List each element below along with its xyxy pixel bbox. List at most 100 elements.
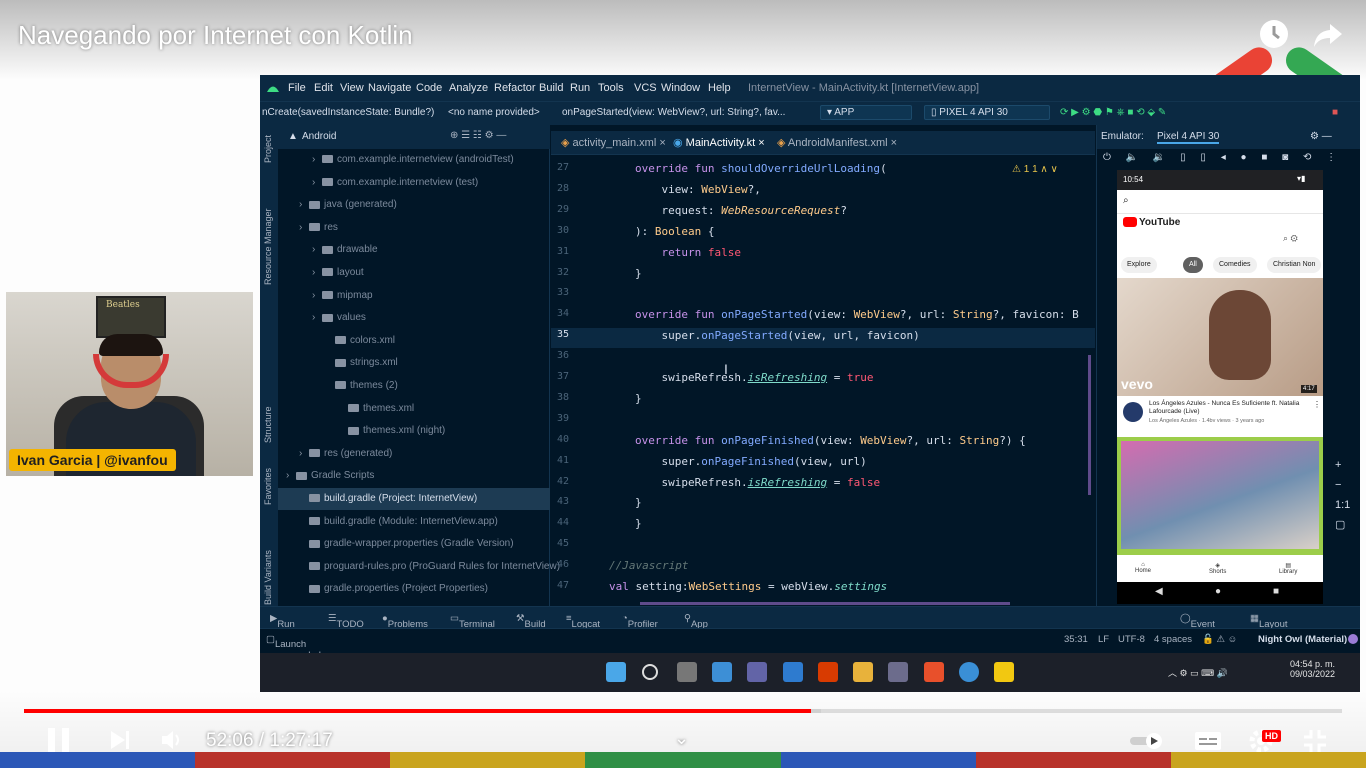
code-line[interactable]: }	[635, 392, 642, 405]
project-tree-item[interactable]: › layout	[278, 262, 550, 284]
expand-arrow-icon[interactable]: ›	[312, 285, 322, 307]
line-number[interactable]: 31	[551, 246, 569, 257]
chevron-down-icon[interactable]: ⌄	[674, 728, 689, 749]
code-line[interactable]: override fun onPageFinished(view: WebVie…	[635, 434, 1026, 447]
line-number[interactable]: 37	[551, 371, 569, 382]
run-icons[interactable]: ⟳ ▶ ⚙ ⬣ ⚑ ⎈ ■ ⟲ ⬙ ✎	[1060, 107, 1166, 118]
expand-arrow-icon[interactable]: ›	[312, 307, 322, 329]
tool-todo[interactable]: ☰ TODO	[328, 613, 364, 630]
line-number[interactable]: 44	[551, 517, 569, 528]
code-line[interactable]: super.onPageFinished(view, url)	[635, 455, 866, 468]
menu-refactor[interactable]: Refactor	[494, 82, 536, 94]
line-number[interactable]: 32	[551, 267, 569, 278]
share-arrow-icon[interactable]	[1310, 18, 1346, 54]
tool-problems[interactable]: ● Problems	[382, 613, 428, 630]
project-tree-item[interactable]: › values	[278, 307, 550, 329]
project-header-icons[interactable]: ⊕ ☰ ☷ ⚙ —	[450, 130, 506, 141]
tool-terminal[interactable]: ▭ Terminal	[450, 613, 495, 630]
back-icon[interactable]: ◀	[1155, 586, 1163, 597]
expand-arrow-icon[interactable]: ›	[312, 239, 322, 261]
run-config-select[interactable]: ▾ APP	[820, 105, 912, 120]
store-icon[interactable]	[888, 662, 908, 682]
project-tree-item[interactable]: › res	[278, 217, 550, 239]
search-icon[interactable]	[642, 664, 658, 680]
project-tree-item[interactable]: build.gradle (Module: InternetView.app)	[278, 511, 550, 533]
expand-arrow-icon[interactable]: ›	[312, 149, 322, 171]
project-tree-item[interactable]: build.gradle (Project: InternetView)	[278, 488, 550, 510]
project-tree-item[interactable]: themes (2)	[278, 375, 550, 397]
zoom-controls[interactable]: + −1:1 ▢	[1335, 455, 1350, 535]
expand-arrow-icon[interactable]: ›	[286, 465, 296, 487]
breadcrumb-oncreate[interactable]: nCreate(savedInstanceState: Bundle?)	[262, 107, 434, 118]
widgets-icon[interactable]	[712, 662, 732, 682]
chip-comedies[interactable]: Comedies	[1213, 257, 1257, 273]
cast-search-icons[interactable]: ⌕ ⚙	[1283, 233, 1298, 244]
project-tree-item[interactable]: themes.xml (night)	[278, 420, 550, 442]
project-tree-item[interactable]: gradle-wrapper.properties (Gradle Versio…	[278, 533, 550, 555]
line-number[interactable]: 38	[551, 392, 569, 403]
code-line[interactable]: override fun onPageStarted(view: WebView…	[635, 308, 1079, 321]
office-icon[interactable]	[818, 662, 838, 682]
tab-activity-main[interactable]: ◈ activity_main.xml ×	[561, 136, 666, 149]
line-number[interactable]: 34	[551, 308, 569, 319]
stop-icon[interactable]: ■	[1332, 107, 1338, 118]
code-line[interactable]: }	[635, 267, 642, 280]
line-separator[interactable]: LF	[1098, 634, 1109, 645]
encoding[interactable]: UTF-8	[1118, 634, 1145, 645]
project-tree-item[interactable]: › mipmap	[278, 285, 550, 307]
video-player[interactable]: Navegando por Internet con Kotlin Beatle…	[0, 0, 1366, 768]
expand-arrow-icon[interactable]: ›	[299, 443, 309, 465]
code-editor[interactable]: override fun shouldOverrideUrlLoading( v…	[609, 159, 1095, 599]
nav-home[interactable]: ⌂ Home	[1135, 562, 1151, 574]
taskbar-clock[interactable]: 04:54 p. m. 09/03/2022	[1290, 659, 1335, 679]
windows-start-icon[interactable]	[606, 662, 626, 682]
line-number[interactable]: 39	[551, 413, 569, 424]
code-line[interactable]: request: WebResourceRequest?	[635, 204, 846, 217]
teams-icon[interactable]	[747, 662, 767, 682]
chip-christian[interactable]: Christian Non	[1267, 257, 1322, 273]
nav-library[interactable]: ▤ Library	[1279, 562, 1297, 575]
chip-explore[interactable]: Explore	[1121, 257, 1157, 273]
tab-manifest[interactable]: ◈ AndroidManifest.xml ×	[777, 136, 897, 149]
expand-arrow-icon[interactable]: ›	[299, 194, 309, 216]
project-tree-item[interactable]: › com.example.internetview (test)	[278, 172, 550, 194]
yt-search-bar[interactable]: ⌕	[1117, 190, 1323, 214]
project-tree-item[interactable]: › drawable	[278, 239, 550, 261]
project-tree-item[interactable]: › com.example.internetview (androidTest)	[278, 149, 550, 171]
menu-code[interactable]: Code	[416, 82, 442, 94]
project-tree-item[interactable]: proguard-rules.pro (ProGuard Rules for I…	[278, 556, 560, 578]
code-line[interactable]: override fun shouldOverrideUrlLoading(	[635, 162, 887, 175]
channel-avatar[interactable]	[1123, 402, 1143, 422]
project-tool-tab[interactable]: Project	[263, 135, 273, 163]
line-number[interactable]: 40	[551, 434, 569, 445]
project-tree-item[interactable]: strings.xml	[278, 352, 550, 374]
tool-app-inspection[interactable]: ⚲ App Inspection	[684, 613, 734, 641]
status-icons[interactable]: 🔓 ⚠ ☺	[1202, 634, 1237, 645]
phone-screen[interactable]: 10:54 ▾▮ ⌕ YouTube ⌕ ⚙ Explore All Comed…	[1117, 170, 1323, 604]
video-thumbnail-1[interactable]: vevo 4:17	[1117, 278, 1323, 396]
menu-edit[interactable]: Edit	[314, 82, 333, 94]
sticky-notes-icon[interactable]	[994, 662, 1014, 682]
menu-analyze[interactable]: Analyze	[449, 82, 488, 94]
project-view-select[interactable]: Android	[302, 131, 336, 142]
line-number[interactable]: 28	[551, 183, 569, 194]
caret-position[interactable]: 35:31	[1064, 634, 1088, 645]
menu-navigate[interactable]: Navigate	[368, 82, 411, 94]
tab-mainactivity[interactable]: ◉ MainActivity.kt ×	[673, 136, 765, 149]
code-line[interactable]: return false	[635, 246, 742, 259]
emulator-device-tab[interactable]: Pixel 4 API 30	[1157, 131, 1220, 144]
menu-file[interactable]: File	[288, 82, 306, 94]
build-variants-tab[interactable]: Build Variants	[263, 550, 273, 605]
line-number[interactable]: 43	[551, 496, 569, 507]
tool-logcat[interactable]: ≡ Logcat	[566, 613, 600, 630]
tray-icons[interactable]: ︿ ⚙ ▭ ⌨ 🔊	[1168, 666, 1228, 679]
line-number[interactable]: 36	[551, 350, 569, 361]
line-number[interactable]: 45	[551, 538, 569, 549]
expand-arrow-icon[interactable]: ›	[312, 172, 322, 194]
horizontal-scrollbar[interactable]	[640, 602, 1010, 605]
resource-manager-tab[interactable]: Resource Manager	[263, 208, 273, 285]
recents-icon[interactable]: ■	[1273, 586, 1279, 597]
video-menu-icon[interactable]: ⋮	[1313, 400, 1321, 409]
line-number[interactable]: 41	[551, 455, 569, 466]
project-tree-item[interactable]: › java (generated)	[278, 194, 550, 216]
